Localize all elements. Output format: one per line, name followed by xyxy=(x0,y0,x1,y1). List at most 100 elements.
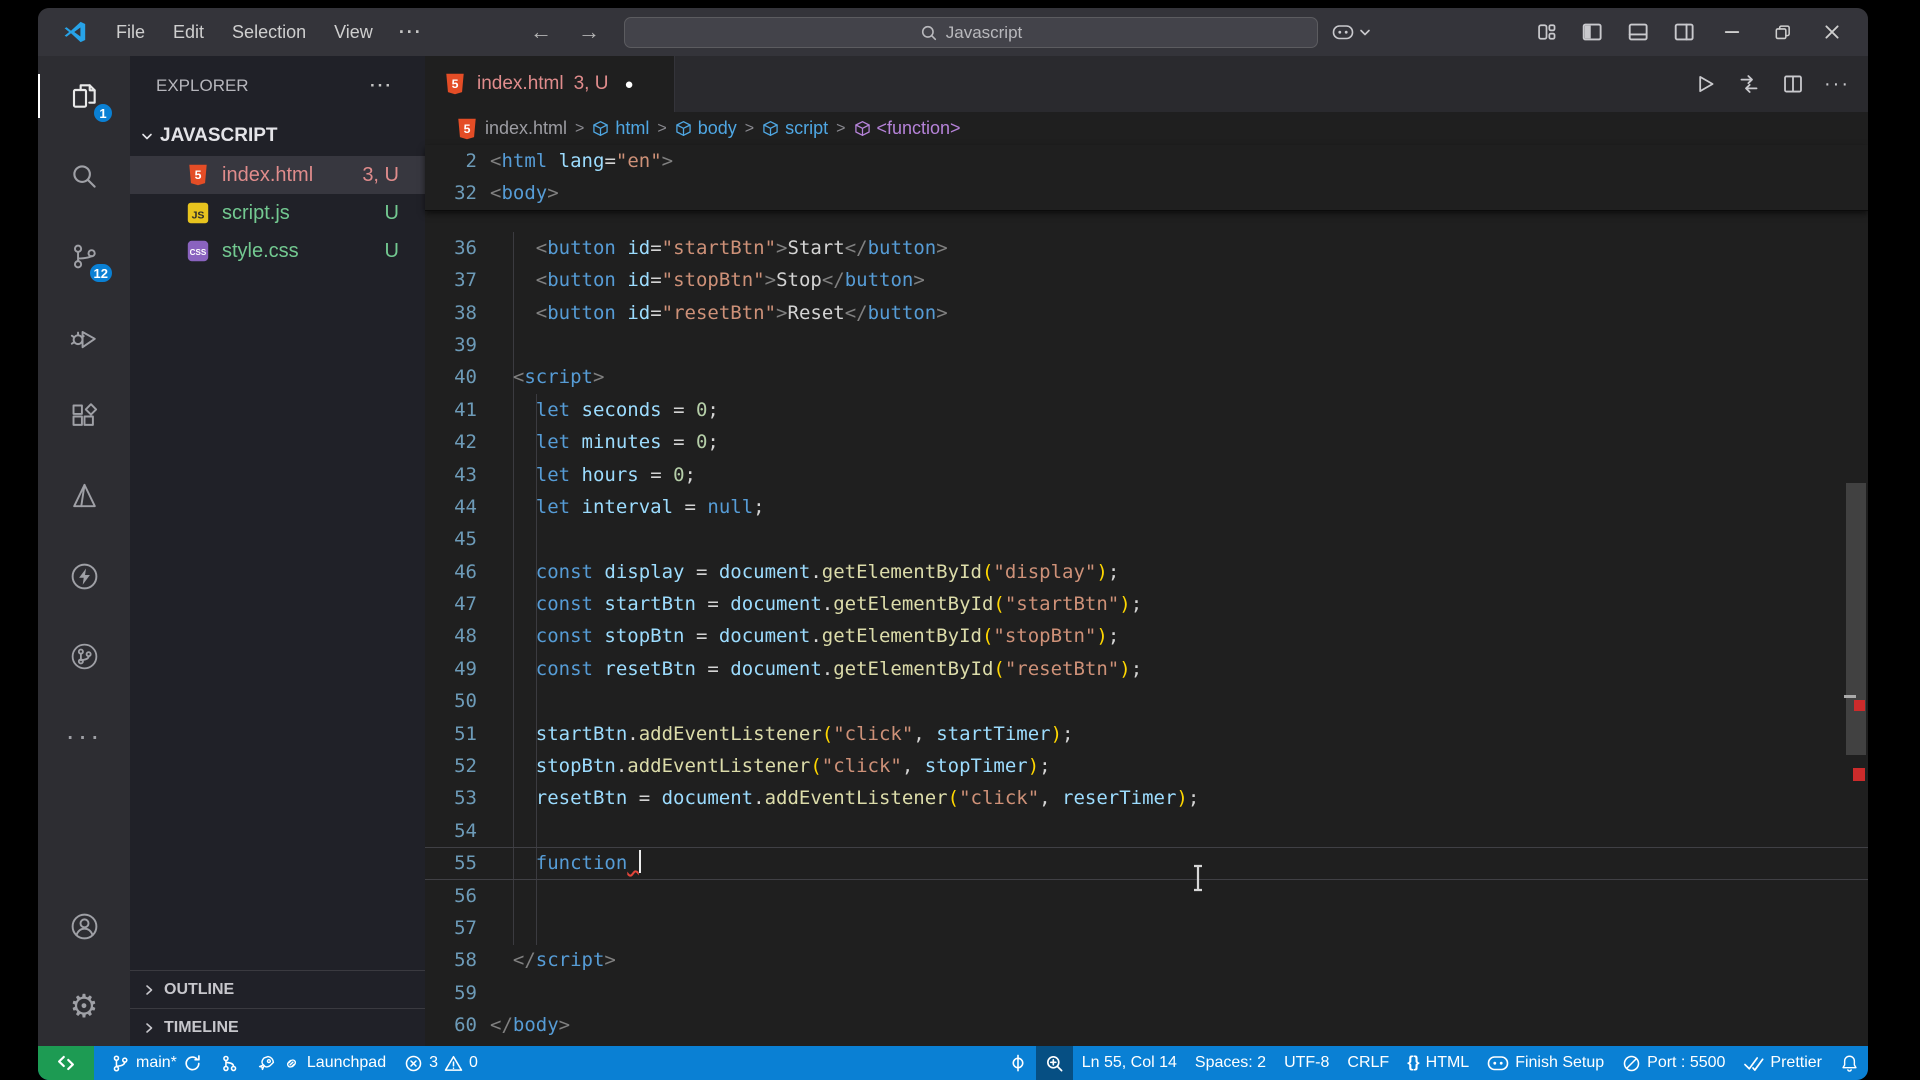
toggle-primary-sidebar-button[interactable] xyxy=(1572,15,1612,49)
code-line[interactable]: 53 resetBtn = document.addEventListener(… xyxy=(425,782,1868,814)
code-line[interactable]: 45 xyxy=(425,523,1868,555)
html-file-icon: 5 xyxy=(443,72,467,96)
timeline-section[interactable]: TIMELINE xyxy=(130,1008,425,1046)
activity-item-extensions[interactable] xyxy=(38,376,130,456)
customize-layout-button[interactable] xyxy=(1526,15,1566,49)
nav-back-icon[interactable]: ← xyxy=(530,19,552,45)
code-line[interactable]: 36 <button id="startBtn">Start</button> xyxy=(425,232,1868,264)
status-screencast[interactable] xyxy=(1000,1046,1036,1080)
status-problems[interactable]: 30 xyxy=(395,1046,487,1080)
file-item-script-js[interactable]: JSscript.jsU xyxy=(130,194,425,232)
split-editor-button[interactable] xyxy=(1776,67,1810,101)
code-line[interactable]: 59 xyxy=(425,977,1868,1009)
editor-scrollbar[interactable] xyxy=(1846,483,1866,755)
code-line[interactable]: 39 xyxy=(425,329,1868,361)
code-line[interactable]: 44 let interval = null; xyxy=(425,491,1868,523)
activity-item-account[interactable] xyxy=(38,886,130,966)
copilot-menu[interactable] xyxy=(1332,24,1372,41)
zoom-in-icon xyxy=(1045,1054,1064,1073)
code-line[interactable]: 46 const display = document.getElementBy… xyxy=(425,556,1868,588)
code-line[interactable]: 42 let minutes = 0; xyxy=(425,426,1868,458)
code-area[interactable]: 36 <button id="startBtn">Start</button>3… xyxy=(425,211,1868,1046)
code-line[interactable]: 55 function xyxy=(425,847,1868,879)
status-zoom[interactable] xyxy=(1036,1046,1073,1080)
status-remote[interactable] xyxy=(38,1046,94,1080)
activity-item-more[interactable]: ··· xyxy=(38,696,130,776)
restore-button[interactable] xyxy=(1760,12,1804,52)
mouse-ibeam-cursor xyxy=(1190,864,1206,892)
status-cursor-position[interactable]: Ln 55, Col 14 xyxy=(1073,1046,1186,1080)
status-encoding[interactable]: UTF-8 xyxy=(1275,1046,1338,1080)
activity-item-run-debug[interactable] xyxy=(38,296,130,376)
sticky-code-line[interactable]: 2<html lang="en"> xyxy=(425,145,1868,177)
code-line[interactable]: 60</body> xyxy=(425,1009,1868,1041)
code-line[interactable]: 40 <script> xyxy=(425,361,1868,393)
breadcrumb-item[interactable]: body xyxy=(675,118,737,139)
sticky-code-line[interactable]: 32<body> xyxy=(425,177,1868,209)
status-eol[interactable]: CRLF xyxy=(1338,1046,1398,1080)
code-line[interactable]: 43 let hours = 0; xyxy=(425,459,1868,491)
status-branch[interactable]: main* xyxy=(102,1046,211,1080)
breadcrumb-label: index.html xyxy=(485,118,567,139)
status-notifications[interactable] xyxy=(1831,1046,1868,1080)
code-line[interactable]: 49 const resetBtn = document.getElementB… xyxy=(425,653,1868,685)
status-git-graph[interactable] xyxy=(211,1046,248,1080)
status-text: Launchpad xyxy=(307,1054,386,1072)
code-text: <body> xyxy=(490,177,559,209)
menu-edit[interactable]: Edit xyxy=(159,22,218,42)
menu-file[interactable]: File xyxy=(102,22,159,42)
status-copilot-setup[interactable]: Finish Setup xyxy=(1478,1046,1613,1080)
toggle-panel-button[interactable] xyxy=(1618,15,1658,49)
outline-section[interactable]: OUTLINE xyxy=(130,970,425,1008)
file-item-style-css[interactable]: CSSstyle.cssU xyxy=(130,232,425,270)
symbol-cube-icon xyxy=(854,120,871,137)
command-center-search[interactable]: Javascript xyxy=(624,17,1318,48)
code-line[interactable]: 38 <button id="resetBtn">Reset</button> xyxy=(425,297,1868,329)
activity-item-search[interactable] xyxy=(38,136,130,216)
breadcrumb-item[interactable]: html xyxy=(592,118,649,139)
menu-view[interactable]: View xyxy=(320,22,387,42)
status-prettier[interactable]: Prettier xyxy=(1734,1046,1831,1080)
activity-item-git-extension[interactable] xyxy=(38,616,130,696)
activity-item-thunder-client[interactable] xyxy=(38,536,130,616)
activity-item-prism[interactable] xyxy=(38,456,130,536)
code-line[interactable]: 50 xyxy=(425,685,1868,717)
chevron-down-icon xyxy=(1358,25,1372,39)
code-line[interactable]: 48 const stopBtn = document.getElementBy… xyxy=(425,620,1868,652)
code-line[interactable]: 41 let seconds = 0; xyxy=(425,394,1868,426)
open-changes-icon xyxy=(1738,73,1760,95)
breadcrumb-item[interactable]: script xyxy=(762,118,828,139)
activity-item-settings[interactable]: ⚙ xyxy=(38,966,130,1046)
toggle-secondary-sidebar-button[interactable] xyxy=(1664,15,1704,49)
code-line[interactable]: 52 stopBtn.addEventListener("click", sto… xyxy=(425,750,1868,782)
line-number: 39 xyxy=(425,329,477,361)
folder-section-javascript[interactable]: JAVASCRIPT xyxy=(130,116,425,156)
status-launchpad[interactable]: Launchpad xyxy=(248,1046,395,1080)
minimize-button[interactable] xyxy=(1710,12,1754,52)
menu-more[interactable]: ··· xyxy=(387,15,435,49)
nav-forward-icon[interactable]: → xyxy=(578,19,600,45)
breadcrumb-item[interactable]: 5index.html xyxy=(455,117,567,141)
line-number: 41 xyxy=(425,394,477,426)
code-line[interactable]: 51 startBtn.addEventListener("click", st… xyxy=(425,718,1868,750)
code-line[interactable]: 37 <button id="stopBtn">Stop</button> xyxy=(425,264,1868,296)
file-item-index-html[interactable]: 5index.html3, U xyxy=(130,156,425,194)
code-line[interactable]: 47 const startBtn = document.getElementB… xyxy=(425,588,1868,620)
activity-item-explorer[interactable]: 1 xyxy=(38,56,130,136)
open-changes-button[interactable] xyxy=(1732,67,1766,101)
status-live-server-port[interactable]: Port : 5500 xyxy=(1613,1046,1734,1080)
close-button[interactable] xyxy=(1810,12,1854,52)
status-indentation[interactable]: Spaces: 2 xyxy=(1186,1046,1275,1080)
tab-index-html[interactable]: 5 index.html 3, U ● xyxy=(425,56,675,112)
explorer-more-actions[interactable]: ··· xyxy=(358,76,405,96)
menu-selection[interactable]: Selection xyxy=(218,22,320,42)
code-line[interactable]: 56 xyxy=(425,880,1868,912)
more-actions-button[interactable]: ··· xyxy=(1820,67,1854,101)
run-button[interactable] xyxy=(1688,67,1722,101)
code-line[interactable]: 57 xyxy=(425,912,1868,944)
activity-item-source-control[interactable]: 12 xyxy=(38,216,130,296)
code-line[interactable]: 54 xyxy=(425,815,1868,847)
breadcrumb-item[interactable]: <function> xyxy=(854,118,961,139)
code-line[interactable]: 58 </script> xyxy=(425,944,1868,976)
status-language-mode[interactable]: {}HTML xyxy=(1398,1046,1478,1080)
